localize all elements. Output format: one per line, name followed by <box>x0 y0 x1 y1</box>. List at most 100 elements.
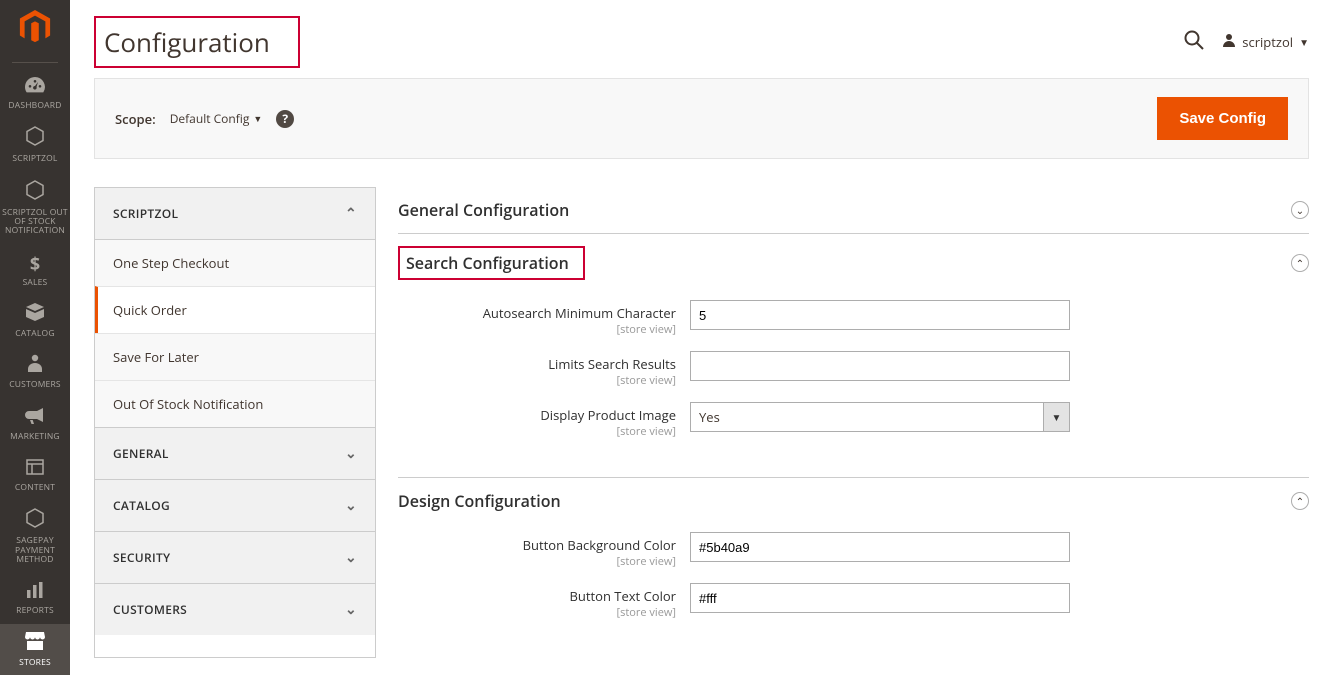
caret-down-icon: ▼ <box>1299 35 1309 49</box>
expand-icon: ⌄ <box>1291 201 1309 219</box>
config-section-head[interactable]: GENERAL ⌄ <box>95 428 375 479</box>
bars-icon <box>26 580 44 604</box>
scope-select[interactable]: Default Config ▼ <box>170 110 263 127</box>
scope-value: Default Config <box>170 110 250 127</box>
collapse-icon: ⌃ <box>1291 492 1309 510</box>
field-scope: [store view] <box>398 424 676 439</box>
person-icon <box>28 354 42 378</box>
nav-scriptzol-oos[interactable]: SCRIPTZOL OUT OF STOCK NOTIFICATION <box>0 172 70 244</box>
nav-label: SALES <box>23 278 48 287</box>
scope-bar: Scope: Default Config ▼ ? Save Config <box>94 78 1309 159</box>
config-section-head[interactable]: SCRIPTZOL ⌃ <box>95 188 375 239</box>
help-icon[interactable]: ? <box>276 110 294 128</box>
nav-reports[interactable]: REPORTS <box>0 572 70 623</box>
field-label: Button Text Color <box>569 587 676 605</box>
field-autosearch-min: Autosearch Minimum Character [store view… <box>398 300 1309 337</box>
section-head[interactable]: Search Configuration ⌃ <box>398 234 1309 292</box>
search-icon[interactable] <box>1184 29 1204 56</box>
nav-scriptzol[interactable]: SCRIPTZOL <box>0 118 70 171</box>
hex-icon <box>26 180 44 206</box>
megaphone-icon <box>25 406 45 430</box>
section-search-config: Search Configuration ⌃ Autosearch Minimu… <box>398 234 1309 478</box>
config-item-save-for-later[interactable]: Save For Later <box>95 333 375 380</box>
section-head[interactable]: Design Configuration ⌃ <box>398 478 1309 524</box>
section-design-config: Design Configuration ⌃ Button Background… <box>398 478 1309 658</box>
section-head[interactable]: General Configuration ⌄ <box>398 187 1309 233</box>
config-body: General Configuration ⌄ Search Configura… <box>398 187 1309 658</box>
nav-label: DASHBOARD <box>8 101 61 110</box>
config-section-general: GENERAL ⌄ <box>95 428 375 480</box>
section-general-config: General Configuration ⌄ <box>398 187 1309 234</box>
field-scope: [store view] <box>398 605 676 620</box>
config-section-head[interactable]: CUSTOMERS ⌄ <box>95 584 375 635</box>
caret-down-icon: ▼ <box>253 112 262 125</box>
config-item-oos-notification[interactable]: Out Of Stock Notification <box>95 380 375 427</box>
field-display-image: Display Product Image [store view] Yes ▼ <box>398 402 1309 439</box>
collapse-icon: ⌃ <box>1291 254 1309 272</box>
nav-marketing[interactable]: MARKETING <box>0 398 70 449</box>
field-button-text-color: Button Text Color [store view] <box>398 583 1309 620</box>
nav-stores[interactable]: STORES <box>0 624 70 675</box>
limit-results-input[interactable] <box>690 351 1070 381</box>
nav-label: CATALOG <box>15 329 54 338</box>
config-nav: SCRIPTZOL ⌃ One Step Checkout Quick Orde… <box>94 187 376 658</box>
button-bg-color-input[interactable] <box>690 532 1070 562</box>
field-label: Button Background Color <box>523 536 676 554</box>
nav-label: CUSTOMERS <box>9 380 61 389</box>
nav-catalog[interactable]: CATALOG <box>0 295 70 346</box>
user-icon <box>1222 33 1236 52</box>
nav-label: SCRIPTZOL OUT OF STOCK NOTIFICATION <box>2 208 68 236</box>
nav-sales[interactable]: $ SALES <box>0 244 70 295</box>
display-image-select[interactable]: Yes ▼ <box>690 402 1070 432</box>
field-label: Autosearch Minimum Character <box>483 304 676 322</box>
autosearch-min-input[interactable] <box>690 300 1070 330</box>
chevron-down-icon: ⌄ <box>345 496 357 515</box>
chevron-up-icon: ⌃ <box>345 204 357 223</box>
field-label: Limits Search Results <box>548 355 676 373</box>
nav-label: REPORTS <box>16 606 54 615</box>
chevron-down-icon: ⌄ <box>345 444 357 463</box>
config-section-head[interactable]: SECURITY ⌄ <box>95 532 375 583</box>
save-config-button[interactable]: Save Config <box>1157 97 1288 140</box>
nav-dashboard[interactable]: DASHBOARD <box>0 67 70 118</box>
nav-label: SCRIPTZOL <box>12 154 57 163</box>
main-content: Configuration scriptzol ▼ Scope: Defaul <box>70 0 1333 675</box>
hex-icon <box>26 126 44 152</box>
gauge-icon <box>25 75 45 99</box>
nav-content[interactable]: CONTENT <box>0 449 70 500</box>
config-section-head[interactable]: CATALOG ⌄ <box>95 480 375 531</box>
select-value: Yes <box>691 408 1043 426</box>
layout-icon <box>26 457 44 481</box>
section-title: Search Configuration <box>398 246 585 280</box>
config-section-scriptzol: SCRIPTZOL ⌃ One Step Checkout Quick Orde… <box>95 188 375 428</box>
field-scope: [store view] <box>398 554 676 569</box>
field-limit-results: Limits Search Results [store view] <box>398 351 1309 388</box>
scope-label: Scope: <box>115 110 156 128</box>
config-item-one-step-checkout[interactable]: One Step Checkout <box>95 239 375 286</box>
magento-logo[interactable] <box>16 8 54 46</box>
page-title: Configuration <box>94 16 300 68</box>
field-scope: [store view] <box>398 373 676 388</box>
user-menu[interactable]: scriptzol ▼ <box>1222 33 1309 52</box>
dollar-icon: $ <box>30 252 40 276</box>
config-section-label: GENERAL <box>113 445 169 462</box>
nav-label: SAGEPAY PAYMENT METHOD <box>2 536 68 564</box>
config-item-quick-order[interactable]: Quick Order <box>95 286 375 333</box>
cube-icon <box>26 303 44 327</box>
section-title: General Configuration <box>398 199 569 221</box>
config-section-customers: CUSTOMERS ⌄ <box>95 584 375 635</box>
field-button-bg-color: Button Background Color [store view] <box>398 532 1309 569</box>
nav-label: STORES <box>19 658 51 667</box>
hex-icon <box>26 508 44 534</box>
field-label: Display Product Image <box>540 406 676 424</box>
nav-sagepay[interactable]: SAGEPAY PAYMENT METHOD <box>0 500 70 572</box>
field-scope: [store view] <box>398 322 676 337</box>
config-section-label: SECURITY <box>113 549 170 566</box>
nav-customers[interactable]: CUSTOMERS <box>0 346 70 397</box>
config-section-label: CATALOG <box>113 497 170 514</box>
store-icon <box>25 632 45 656</box>
button-text-color-input[interactable] <box>690 583 1070 613</box>
chevron-down-icon: ⌄ <box>345 600 357 619</box>
config-section-security: SECURITY ⌄ <box>95 532 375 584</box>
config-section-label: SCRIPTZOL <box>113 205 178 222</box>
